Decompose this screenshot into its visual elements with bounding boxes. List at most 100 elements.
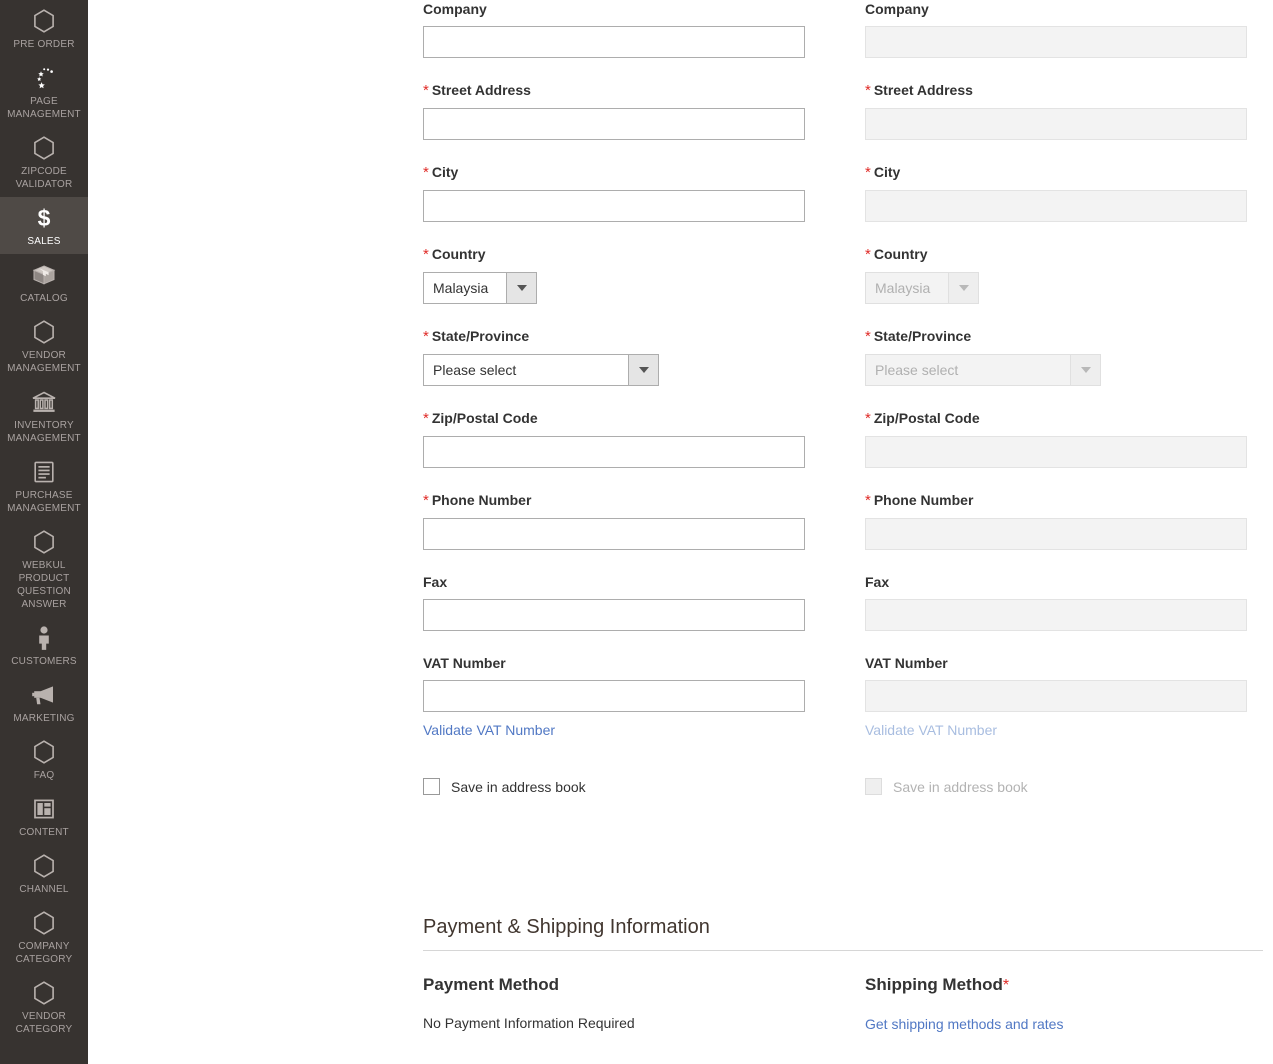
sidebar-item-label: INVENTORY MANAGEMENT — [7, 420, 81, 444]
shipping-method-heading: Shipping Method* — [865, 975, 1010, 994]
sidebar-item-label: WEBKUL PRODUCT QUESTION ANSWER — [17, 560, 71, 610]
billing-zip-input[interactable] — [423, 436, 805, 468]
field-shipping-country: * Country Malaysia — [865, 245, 1247, 304]
get-shipping-methods-link[interactable]: Get shipping methods and rates — [865, 1016, 1063, 1032]
sidebar-item-channel[interactable]: CHANNEL — [0, 845, 88, 902]
sidebar-item-catalog[interactable]: CATALOG — [0, 254, 88, 311]
payment-method-heading: Payment Method — [423, 975, 560, 994]
required-asterisk: * — [423, 246, 429, 263]
sidebar-item-page-management[interactable]: PAGE MANAGEMENT — [0, 57, 88, 127]
shipping-method-body: Get shipping methods and rates — [865, 1016, 1247, 1032]
sidebar-item-label: PURCHASE MANAGEMENT — [7, 490, 81, 514]
sidebar-item-vendor-category[interactable]: VENDOR CATEGORY — [0, 972, 88, 1042]
hexagon-icon — [29, 980, 59, 1006]
sidebar-item-inventory-management[interactable]: INVENTORY MANAGEMENT — [0, 381, 88, 451]
sidebar-item-zipcode-validator[interactable]: ZIPCODE VALIDATOR — [0, 127, 88, 197]
field-billing-street: * Street Address — [423, 81, 805, 140]
required-asterisk: * — [1002, 977, 1010, 994]
field-shipping-phone: * Phone Number — [865, 491, 1247, 550]
admin-sidebar: PRE ORDER PAGE MANAGEMENT ZIPCODE VALIDATO… — [0, 0, 88, 1064]
label-billing-zip: * Zip/Postal Code — [423, 410, 538, 427]
sidebar-item-label: VENDOR MANAGEMENT — [7, 350, 81, 374]
shipping-validate-vat-link: Validate VAT Number — [865, 722, 998, 738]
billing-state-select[interactable]: Please select — [423, 354, 659, 386]
required-asterisk: * — [865, 82, 871, 99]
field-billing-state: * State/Province Please select — [423, 327, 805, 386]
billing-company-input[interactable] — [423, 26, 805, 58]
required-asterisk: * — [865, 492, 871, 509]
megaphone-icon — [29, 682, 59, 708]
field-billing-phone: * Phone Number — [423, 491, 805, 550]
document-icon — [29, 459, 59, 485]
main-content: Company * Street Address * City * Country — [88, 0, 1273, 1064]
shipping-method-block: Shipping Method* Get shipping methods an… — [865, 975, 1247, 1032]
sidebar-item-label: ZIPCODE VALIDATOR — [15, 166, 73, 190]
sidebar-item-label: MARKETING — [13, 713, 75, 724]
sidebar-item-label: CHANNEL — [19, 884, 69, 895]
sidebar-item-vendor-management[interactable]: VENDOR MANAGEMENT — [0, 311, 88, 381]
field-shipping-city: * City — [865, 163, 1247, 222]
billing-city-input[interactable] — [423, 190, 805, 222]
billing-fax-input[interactable] — [423, 599, 805, 631]
chevron-down-icon[interactable] — [506, 273, 536, 303]
shipping-save-address-row: Save in address book — [865, 778, 1247, 795]
sidebar-item-sales[interactable]: $ SALES — [0, 197, 88, 254]
shipping-vat-input — [865, 680, 1247, 712]
billing-phone-input[interactable] — [423, 518, 805, 550]
billing-save-address-row[interactable]: Save in address book — [423, 778, 805, 795]
chevron-down-icon — [948, 273, 978, 303]
sidebar-item-purchase-management[interactable]: PURCHASE MANAGEMENT — [0, 451, 88, 521]
sidebar-item-faq[interactable]: FAQ — [0, 731, 88, 788]
required-asterisk: * — [865, 246, 871, 263]
hexagon-icon — [29, 135, 59, 161]
field-shipping-company: Company — [865, 0, 1247, 58]
shipping-save-address-label: Save in address book — [893, 778, 1028, 795]
billing-vat-input[interactable] — [423, 680, 805, 712]
required-asterisk: * — [423, 492, 429, 509]
billing-validate-vat-link[interactable]: Validate VAT Number — [423, 722, 555, 738]
label-billing-fax: Fax — [423, 574, 448, 590]
sidebar-item-company-category[interactable]: COMPANY CATEGORY — [0, 902, 88, 972]
field-billing-city: * City — [423, 163, 805, 222]
sidebar-item-pre-order[interactable]: PRE ORDER — [0, 0, 88, 57]
sidebar-item-content[interactable]: CONTENT — [0, 788, 88, 845]
sidebar-item-label: PRE ORDER — [13, 39, 75, 50]
billing-street-input[interactable] — [423, 108, 805, 140]
sidebar-item-label: CATALOG — [20, 293, 68, 304]
field-shipping-street: * Street Address — [865, 81, 1247, 140]
sidebar-item-label: PAGE MANAGEMENT — [7, 96, 81, 120]
sparkle-spinner-icon — [29, 65, 59, 91]
label-billing-company: Company — [423, 1, 487, 17]
label-billing-street: * Street Address — [423, 82, 531, 99]
payment-method-block: Payment Method No Payment Information Re… — [423, 975, 805, 1032]
field-shipping-vat: VAT Number Validate VAT Number — [865, 654, 1247, 740]
field-billing-country: * Country Malaysia — [423, 245, 805, 304]
sidebar-item-marketing[interactable]: MARKETING — [0, 674, 88, 731]
sidebar-item-webkul-product-question-answer[interactable]: WEBKUL PRODUCT QUESTION ANSWER — [0, 521, 88, 617]
billing-country-select[interactable]: Malaysia — [423, 272, 537, 304]
sidebar-item-label: CONTENT — [19, 827, 69, 838]
hexagon-icon — [29, 739, 59, 765]
shipping-phone-input — [865, 518, 1247, 550]
shipping-country-value: Malaysia — [866, 273, 948, 303]
chevron-down-icon — [1070, 355, 1100, 385]
payment-shipping-title: Payment & Shipping Information — [423, 915, 1263, 951]
label-shipping-vat: VAT Number — [865, 655, 948, 671]
required-asterisk: * — [423, 328, 429, 345]
billing-save-address-checkbox[interactable] — [423, 778, 440, 795]
field-billing-vat: VAT Number Validate VAT Number — [423, 654, 805, 740]
hexagon-icon — [29, 529, 59, 555]
label-shipping-phone: * Phone Number — [865, 492, 974, 509]
label-shipping-fax: Fax — [865, 574, 890, 590]
label-billing-phone: * Phone Number — [423, 492, 532, 509]
shipping-address-column: Company * Street Address * City * Country — [865, 0, 1247, 795]
label-shipping-state: * State/Province — [865, 328, 972, 345]
label-shipping-city: * City — [865, 164, 901, 181]
chevron-down-icon[interactable] — [628, 355, 658, 385]
shipping-street-input — [865, 108, 1247, 140]
billing-address-column: Company * Street Address * City * Country — [423, 0, 805, 795]
shipping-city-input — [865, 190, 1247, 222]
page-root: PRE ORDER PAGE MANAGEMENT ZIPCODE VALIDATO… — [0, 0, 1273, 1064]
sidebar-item-customers[interactable]: CUSTOMERS — [0, 617, 88, 674]
payment-shipping-section: Payment & Shipping Information Payment M… — [423, 915, 1263, 1032]
